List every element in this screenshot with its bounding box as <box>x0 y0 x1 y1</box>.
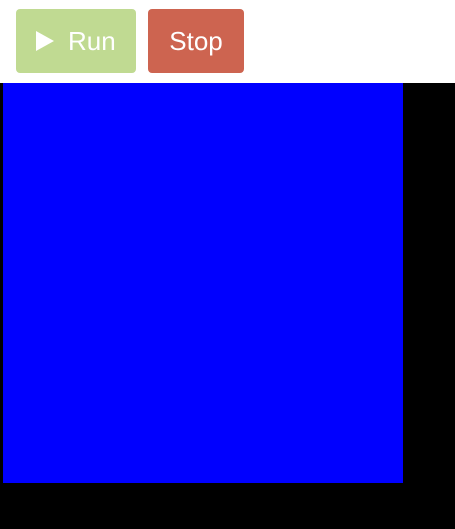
blue-square <box>3 83 403 483</box>
output-canvas <box>0 83 455 529</box>
stop-button-label: Stop <box>169 25 223 56</box>
play-icon <box>36 31 54 51</box>
toolbar: Run Stop <box>0 0 455 83</box>
stop-button[interactable]: Stop <box>148 9 244 73</box>
run-button[interactable]: Run <box>16 9 136 73</box>
run-button-label: Run <box>68 25 116 56</box>
